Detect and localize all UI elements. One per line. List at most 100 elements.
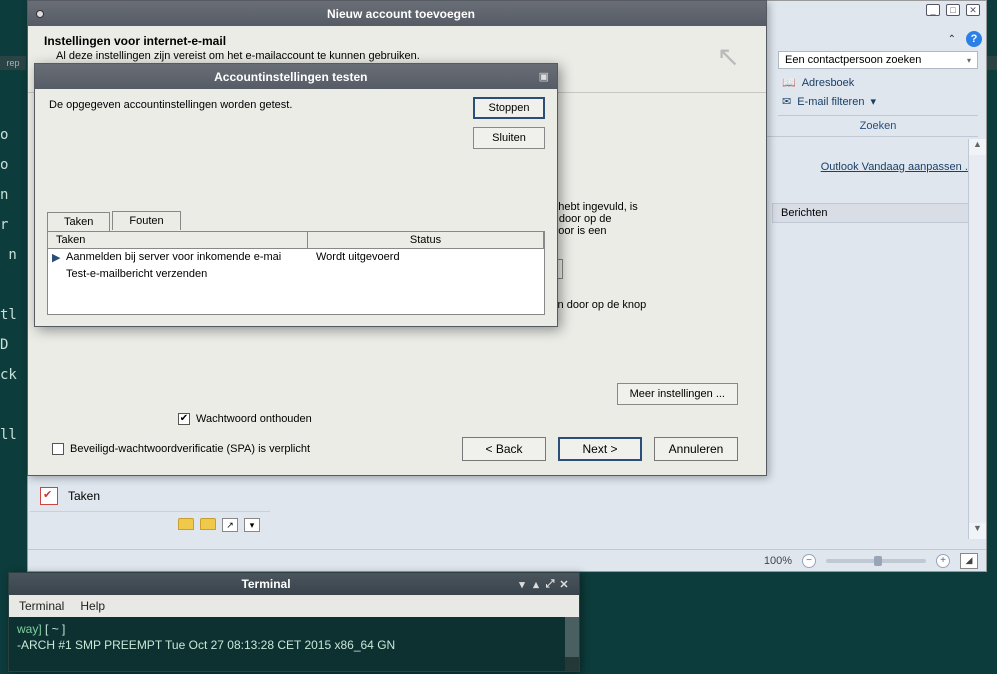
spa-required-row[interactable]: Beveiligd-wachtwoordverificatie (SPA) is… [52, 443, 310, 455]
test-account-settings-dialog: Accountinstellingen testen ▣ De opgegeve… [34, 63, 558, 327]
dropdown-icon: ▾ [967, 56, 971, 65]
address-book-button[interactable]: 📖 Adresboek [778, 73, 978, 92]
maximize-icon[interactable]: ⤢ [543, 578, 557, 591]
table-row: ▶ Aanmelden bij server voor inkomende e-… [48, 249, 544, 266]
messages-header: Berichten [772, 203, 974, 223]
folder-icon[interactable] [178, 518, 194, 530]
tab-strip: Taken Fouten [47, 211, 183, 230]
dialog-titlebar[interactable]: Nieuw account toevoegen [28, 1, 766, 26]
close-button[interactable]: Sluiten [473, 127, 545, 149]
vertical-scrollbar[interactable]: ▲ ▼ [968, 139, 986, 539]
task-name: Test-e-mailbericht verzenden [66, 268, 316, 280]
dialog-body: De opgegeven accountinstellingen worden … [35, 89, 557, 325]
row-marker-icon: ▶ [52, 251, 66, 264]
test-status-message: De opgegeven accountinstellingen worden … [49, 99, 543, 111]
terminal-title: Terminal [17, 577, 515, 591]
ribbon-search-group: Een contactpersoon zoeken ▾ 📖 Adresboek … [778, 51, 978, 136]
ribbon-strip: ⌃ ? [948, 29, 982, 49]
menu-help[interactable]: Help [80, 599, 105, 613]
prompt-path: [ ~ ] [42, 622, 66, 636]
outlook-titlebar: _ □ ✕ [926, 1, 986, 19]
pin-icon[interactable]: ▣ [539, 70, 549, 83]
nav-shortcut-row: ↗ ▾ [30, 512, 270, 538]
shortcut-icon[interactable]: ↗ [222, 518, 238, 532]
scrollbar-thumb[interactable] [565, 617, 579, 657]
checkbox-icon[interactable] [52, 443, 64, 455]
address-book-label: Adresboek [802, 77, 855, 89]
maximize-icon[interactable]: □ [946, 4, 960, 16]
search-group-label: Zoeken [778, 115, 978, 136]
help-icon[interactable]: ? [966, 31, 982, 47]
nav-tasks-label: Taken [68, 489, 100, 503]
dropdown-icon: ▾ [870, 95, 876, 108]
email-filter-label: E-mail filteren [797, 96, 864, 108]
remember-password-label: Wachtwoord onthouden [196, 413, 312, 425]
email-filter-button[interactable]: ✉ E-mail filteren ▾ [778, 92, 978, 111]
collapse-ribbon-icon[interactable]: ⌃ [948, 34, 956, 45]
prompt-text: way] [17, 622, 42, 636]
dialog-titlebar[interactable]: Accountinstellingen testen ▣ [35, 64, 557, 89]
close-icon[interactable]: ✕ [557, 578, 571, 591]
scroll-up-icon[interactable]: ▲ [969, 139, 986, 155]
close-icon[interactable]: ✕ [966, 4, 980, 16]
contact-search-label: Een contactpersoon zoeken [785, 54, 921, 66]
minimize-icon[interactable]: _ [926, 4, 940, 16]
task-status [316, 268, 540, 280]
scroll-down-icon[interactable]: ▼ [969, 523, 986, 539]
rolldown-icon[interactable]: ▴ [529, 578, 543, 591]
cancel-button[interactable]: Annuleren [654, 437, 738, 461]
status-bar: 100% − + ◢ [28, 549, 986, 571]
nav-tasks[interactable]: Taken [30, 481, 270, 512]
navigation-pane: Taken ↗ ▾ [30, 481, 270, 538]
more-settings-button[interactable]: Meer instellingen ... [617, 383, 738, 405]
tab-tasks[interactable]: Taken [47, 212, 110, 231]
zoom-out-button[interactable]: − [802, 554, 816, 568]
folder-icon[interactable] [200, 518, 216, 530]
terminal-scrollbar[interactable] [565, 617, 579, 671]
terminal-output[interactable]: way] [ ~ ] -ARCH #1 SMP PREEMPT Tue Oct … [9, 617, 579, 657]
terminal-line: -ARCH #1 SMP PREEMPT Tue Oct 27 08:13:28… [17, 637, 571, 653]
task-status: Wordt uitgevoerd [316, 251, 540, 264]
contact-search-input[interactable]: Een contactpersoon zoeken ▾ [778, 51, 978, 69]
filter-icon: ✉ [782, 95, 791, 108]
taskbar-fragment-right [987, 56, 997, 70]
remember-password-row[interactable]: Wachtwoord onthouden [178, 413, 312, 425]
address-book-icon: 📖 [782, 76, 796, 89]
customize-outlook-today-link[interactable]: Outlook Vandaag aanpassen ... [764, 161, 974, 203]
terminal-menubar: Terminal Help [9, 595, 579, 617]
dialog-title: Accountinstellingen testen [43, 70, 539, 84]
back-button[interactable]: < Back [462, 437, 546, 461]
tasks-icon [40, 487, 58, 505]
terminal-titlebar[interactable]: Terminal ▾ ▴ ⤢ ✕ [9, 573, 579, 595]
background-terminal-text: o o n r n tl D ck ll [0, 60, 28, 450]
zoom-in-button[interactable]: + [936, 554, 950, 568]
cursor-artwork-icon [690, 34, 750, 84]
zoom-level: 100% [764, 555, 792, 567]
column-tasks[interactable]: Taken [48, 232, 308, 248]
tab-errors[interactable]: Fouten [112, 211, 180, 230]
dialog-heading: Instellingen voor internet-e-mail [44, 34, 690, 48]
pin-icon[interactable] [36, 10, 44, 18]
configure-icon[interactable]: ▾ [244, 518, 260, 532]
next-button[interactable]: Next > [558, 437, 642, 461]
column-status[interactable]: Status [308, 232, 544, 248]
rollup-icon[interactable]: ▾ [515, 578, 529, 591]
resize-grip-icon[interactable]: ◢ [960, 553, 978, 569]
dialog-side-buttons: Stoppen Sluiten [473, 97, 545, 149]
checkbox-icon[interactable] [178, 413, 190, 425]
tasks-table: Taken Status ▶ Aanmelden bij server voor… [47, 231, 545, 315]
table-row: Test-e-mailbericht verzenden [48, 266, 544, 282]
outlook-today-pane: Outlook Vandaag aanpassen ... Berichten [764, 161, 974, 223]
spa-label: Beveiligd-wachtwoordverificatie (SPA) is… [70, 443, 310, 455]
row-marker-icon [52, 268, 66, 280]
dialog-footer: < Back Next > Annuleren [462, 437, 738, 461]
taskbar-fragment-left: rep [0, 56, 26, 70]
dialog-subheading: Al deze instellingen zijn vereist om het… [44, 48, 690, 62]
menu-terminal[interactable]: Terminal [19, 599, 64, 613]
zoom-slider[interactable] [826, 559, 926, 563]
dialog-title: Nieuw account toevoegen [44, 7, 758, 21]
zoom-slider-thumb[interactable] [874, 556, 882, 566]
stop-button[interactable]: Stoppen [473, 97, 545, 119]
task-name: Aanmelden bij server voor inkomende e-ma… [66, 251, 316, 264]
terminal-window: Terminal ▾ ▴ ⤢ ✕ Terminal Help way] [ ~ … [8, 572, 580, 672]
